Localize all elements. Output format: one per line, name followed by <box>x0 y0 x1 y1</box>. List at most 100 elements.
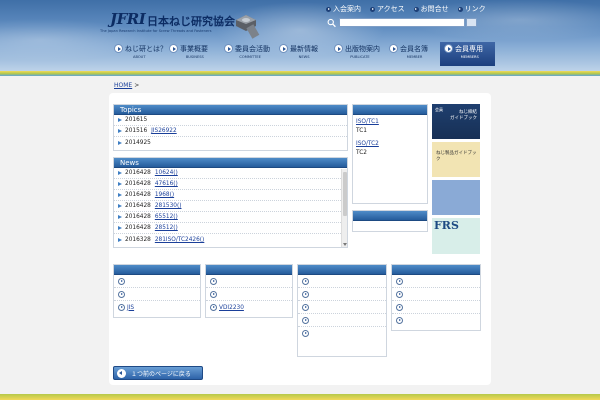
link-row[interactable] <box>206 288 292 301</box>
news-link[interactable]: 10624() <box>155 170 178 176</box>
nav-sublabel: MEMBER <box>406 55 423 59</box>
news-link[interactable]: 28512() <box>155 225 178 231</box>
nav-item-about[interactable]: ねじ研とは？ ABOUT <box>110 42 167 66</box>
book-cover-products[interactable]: ねじ製品ガイドブック <box>432 142 480 177</box>
scroll-thumb[interactable] <box>343 172 347 216</box>
nav-arrow-icon <box>279 44 288 53</box>
news-date: 2016428 <box>125 170 151 176</box>
nav-item-publicate[interactable]: 出版物案内 PUBLICATE <box>330 42 385 66</box>
search-input[interactable] <box>339 18 465 27</box>
link-row[interactable] <box>114 288 200 301</box>
arrow-icon <box>413 6 419 12</box>
news-link[interactable]: 1968() <box>155 192 174 198</box>
back-button[interactable]: １つ前のページに戻る <box>113 366 203 380</box>
circle-arrow-icon <box>302 330 309 337</box>
link-row[interactable] <box>392 275 480 288</box>
iso-tc1-link[interactable]: ISO/TC1 <box>356 119 379 125</box>
circle-arrow-icon <box>210 304 217 311</box>
nav-item-committee[interactable]: 委員会活動 COMMITTEE <box>220 42 275 66</box>
circle-arrow-icon <box>210 277 217 285</box>
book-label: ねじ製品ガイドブック <box>436 151 477 162</box>
nav-label: 出版物案内 <box>345 45 380 53</box>
top-link-contact[interactable]: お問合せ <box>413 4 449 14</box>
logo-subtitle: The Japan Research Institute for Screw T… <box>100 29 212 33</box>
top-link-label: お問合せ <box>420 5 449 13</box>
link-row[interactable] <box>298 275 386 288</box>
topic-link[interactable]: JIS26922 <box>151 128 191 134</box>
news-link[interactable]: 281ISO/TC2426() <box>155 237 205 243</box>
top-link-links[interactable]: リンク <box>457 4 486 14</box>
search-icon <box>327 18 336 27</box>
nav-item-news[interactable]: 最新情報 NEWS <box>275 42 330 66</box>
news-link[interactable]: 281530() <box>155 203 182 209</box>
news-link[interactable]: 47616() <box>155 181 178 187</box>
link-row[interactable] <box>392 301 480 314</box>
news-date: 2016428 <box>125 192 151 198</box>
news-scrollbar[interactable] <box>341 169 347 247</box>
link-row-text[interactable]: JIS <box>127 305 134 311</box>
link-row[interactable] <box>298 314 386 327</box>
iso-content: ISO/TC1 TC1 ISO/TC2 TC2 <box>353 115 427 158</box>
arrow-icon <box>118 129 122 133</box>
nav-item-members-only[interactable]: 会員専用 MEMBERS <box>440 42 495 66</box>
iso-line: ISO/TC2 <box>353 140 427 149</box>
top-link-access[interactable]: アクセス <box>370 4 405 14</box>
circle-arrow-icon <box>302 277 309 285</box>
nav-item-business[interactable]: 事業概要 BUSINESS <box>165 42 220 66</box>
circle-arrow-icon <box>302 316 309 324</box>
book-cover-guide[interactable]: 会員 ねじ締結 ガイドブック <box>432 104 480 139</box>
topic-date: 201615 <box>125 117 148 123</box>
news-link[interactable]: 65512() <box>155 214 178 220</box>
site-header: JFRI 日本ねじ研究協会 The Japan Research Institu… <box>0 0 600 76</box>
link-row[interactable] <box>392 314 480 327</box>
link-row[interactable] <box>114 275 200 288</box>
book-cover-blue[interactable] <box>432 180 480 215</box>
arrow-icon <box>118 171 122 175</box>
link-row[interactable]: VDI2230 <box>206 301 292 314</box>
top-link-join[interactable]: 入会案内 <box>326 4 361 14</box>
arrow-icon <box>118 226 122 230</box>
breadcrumb: HOME > <box>114 82 139 89</box>
link-box-1: JIS <box>113 264 201 318</box>
breadcrumb-home[interactable]: HOME <box>114 82 132 89</box>
footer-bar <box>0 394 600 400</box>
topic-date: 201516 <box>125 128 148 134</box>
back-button-label: １つ前のページに戻る <box>131 370 191 378</box>
news-row: 2016428 1968() <box>114 190 347 201</box>
arrow-icon <box>118 140 122 145</box>
arrow-icon <box>326 6 331 12</box>
circle-arrow-icon <box>396 290 403 298</box>
link-row[interactable] <box>392 288 480 301</box>
side-box <box>352 210 428 232</box>
circle-arrow-icon <box>396 277 403 285</box>
topics-row: 201516 JIS26922 <box>114 126 347 137</box>
iso-box: ISO/TC1 TC1 ISO/TC2 TC2 <box>352 104 428 204</box>
link-row[interactable] <box>206 275 292 288</box>
logo-title: 日本ねじ研究協会 <box>147 15 235 28</box>
link-row[interactable] <box>298 301 386 314</box>
news-date: 2016428 <box>125 225 151 231</box>
link-box-3 <box>297 264 387 357</box>
nav-sublabel: ABOUT <box>132 55 146 59</box>
arrow-icon <box>118 118 122 122</box>
nav-label: ねじ研とは？ <box>125 45 167 53</box>
top-link-label: リンク <box>464 5 486 13</box>
nav-item-member[interactable]: 会員名簿 MEMBER <box>385 42 440 66</box>
search-button[interactable] <box>465 18 477 27</box>
news-row: 2016428 281530() <box>114 201 347 212</box>
link-row[interactable] <box>298 288 386 301</box>
arrow-icon <box>118 193 122 197</box>
site-search <box>327 17 477 28</box>
arrow-icon <box>118 215 122 219</box>
nav-label: 会員名簿 <box>400 45 428 53</box>
link-row[interactable]: JIS <box>114 301 200 314</box>
link-row-text[interactable]: VDI2230 <box>219 305 244 311</box>
book-cover-frs[interactable]: FRS <box>432 218 480 254</box>
link-row[interactable] <box>298 327 386 340</box>
bolt-icon <box>236 15 260 39</box>
iso-tc2-link[interactable]: ISO/TC2 <box>356 141 379 147</box>
nav-label: 会員専用 <box>455 45 483 53</box>
scroll-down-icon[interactable] <box>343 243 347 246</box>
news-row: 2016428 28512() <box>114 223 347 234</box>
topics-title: Topics <box>114 105 347 115</box>
